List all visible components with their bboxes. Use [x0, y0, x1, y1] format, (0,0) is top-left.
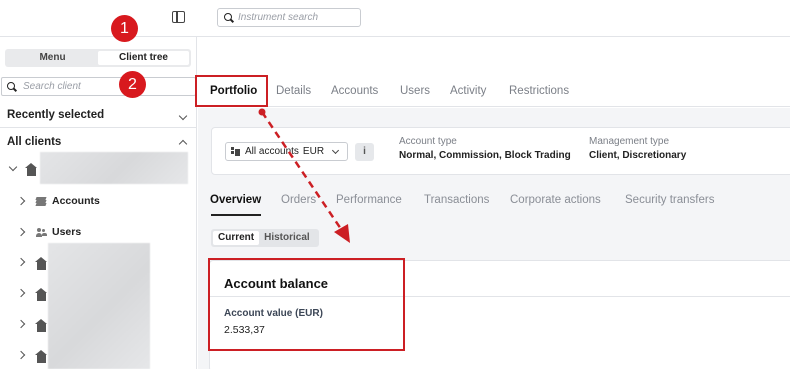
tree-item-accounts[interactable]: Accounts: [0, 189, 190, 215]
info-button[interactable]: i: [355, 143, 374, 161]
instrument-search-placeholder: Instrument search: [238, 12, 319, 23]
chevron-right-icon[interactable]: [16, 319, 26, 329]
home-icon: [35, 319, 47, 332]
subtab-transactions[interactable]: Transactions: [424, 194, 489, 206]
sidebar-mode-switch: Menu Client tree: [5, 49, 191, 67]
chevron-right-icon[interactable]: [16, 227, 26, 237]
subtab-performance[interactable]: Performance: [336, 194, 402, 206]
users-icon: [36, 228, 47, 237]
home-icon: [25, 163, 37, 176]
tab-restrictions[interactable]: Restrictions: [509, 85, 569, 97]
account-type-label: Account type: [399, 136, 457, 147]
step-badge-2: 2: [119, 71, 146, 98]
redacted-client-name: [40, 152, 188, 184]
step-badge-1: 1: [111, 15, 138, 42]
tree-item-label: Users: [52, 226, 82, 238]
sidebar-toggle-icon[interactable]: [172, 11, 185, 23]
account-type-value: Normal, Commission, Block Trading: [399, 150, 571, 161]
instrument-search-input[interactable]: Instrument search: [217, 8, 361, 27]
chevron-right-icon[interactable]: [16, 257, 26, 267]
balance-highlight-box: [208, 258, 405, 351]
subtab-overview[interactable]: Overview: [210, 194, 261, 206]
tab-users[interactable]: Users: [400, 85, 430, 97]
divider: [0, 127, 196, 128]
recently-selected-label: Recently selected: [7, 109, 105, 121]
client-tree-segment[interactable]: Client tree: [98, 51, 189, 65]
subtab-corporate-actions[interactable]: Corporate actions: [510, 194, 601, 206]
tree-root-client[interactable]: [0, 152, 190, 184]
account-selector-label: All accounts: [245, 146, 299, 157]
home-icon: [35, 350, 47, 363]
account-selector[interactable]: All accounts EUR: [225, 142, 348, 161]
portfolio-highlight-box: [195, 75, 268, 107]
sidebar: Menu Client tree Search client Recently …: [0, 37, 197, 369]
accounts-icon: [231, 147, 240, 156]
management-type-label: Management type: [589, 136, 670, 147]
search-client-input[interactable]: Search client: [1, 77, 196, 96]
chevron-right-icon[interactable]: [16, 288, 26, 298]
chevron-right-icon[interactable]: [16, 350, 26, 360]
chevron-down-icon: [331, 146, 340, 155]
historical-toggle[interactable]: Historical: [259, 231, 315, 245]
subtab-orders[interactable]: Orders: [281, 194, 316, 206]
view-toggle: Current Historical: [211, 229, 319, 247]
tab-details[interactable]: Details: [276, 85, 311, 97]
all-clients-header[interactable]: All clients: [7, 136, 189, 148]
chevron-down-icon[interactable]: [8, 162, 18, 172]
search-icon: [7, 82, 16, 91]
search-client-placeholder: Search client: [23, 81, 81, 92]
stack-icon: [35, 197, 47, 206]
account-selector-currency: EUR: [302, 146, 325, 157]
redacted-client-names: [48, 243, 150, 369]
search-icon: [224, 13, 233, 22]
active-subtab-indicator: [211, 214, 261, 216]
subtab-security-transfers[interactable]: Security transfers: [625, 194, 714, 206]
account-summary-card: All accounts EUR i Account type Normal, …: [211, 127, 790, 175]
management-type-value: Client, Discretionary: [589, 150, 687, 161]
home-icon: [35, 288, 47, 301]
all-clients-label: All clients: [7, 136, 62, 148]
tree-item-label: Accounts: [52, 195, 100, 207]
home-icon: [35, 257, 47, 270]
current-toggle[interactable]: Current: [213, 231, 260, 245]
client-tabs: Portfolio Details Accounts Users Activit…: [198, 37, 790, 107]
recently-selected-header[interactable]: Recently selected: [7, 109, 189, 121]
tab-activity[interactable]: Activity: [450, 85, 486, 97]
menu-segment[interactable]: Menu: [7, 51, 98, 65]
chevron-right-icon[interactable]: [16, 196, 26, 206]
tab-accounts[interactable]: Accounts: [331, 85, 378, 97]
